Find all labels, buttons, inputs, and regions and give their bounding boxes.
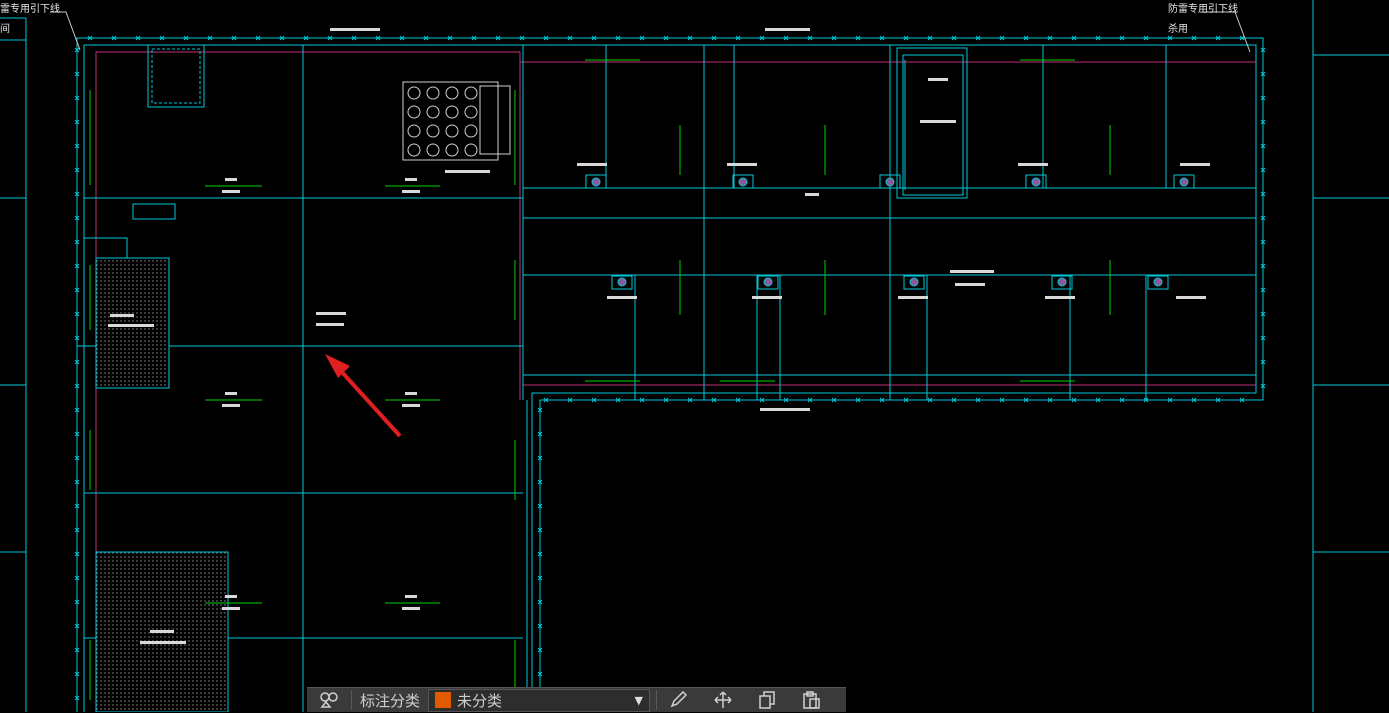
note-top-left: 雷专用引下线: [0, 4, 60, 15]
equipment-grid: [402, 81, 511, 161]
note-top-right: 防雷专用引下线: [1168, 4, 1238, 15]
wall-tick-marks: [74, 35, 1266, 701]
leader-lines: [50, 11, 1251, 53]
chevron-down-icon: ▼: [634, 693, 644, 707]
right-sheet-border: [1312, 0, 1389, 712]
move-icon[interactable]: [701, 688, 745, 713]
interior-walls: [77, 45, 1256, 712]
category-value: 未分类: [457, 691, 503, 710]
annotation-toolbar: 标注分类 未分类 ▼: [307, 687, 846, 712]
edit-icon[interactable]: [657, 688, 701, 713]
shaft-box: [84, 44, 205, 258]
category-color-swatch: [435, 692, 452, 708]
left-sheet-border: [0, 17, 27, 712]
category-select[interactable]: 未分类 ▼: [428, 688, 651, 712]
beam-lines: [95, 51, 1256, 712]
note-top-right-2: 杀用: [1168, 24, 1188, 35]
group-icon[interactable]: [307, 688, 351, 713]
paste-icon[interactable]: [789, 688, 833, 713]
dimension-text-marks: [108, 28, 1210, 644]
annotation-arrow: [325, 354, 402, 438]
cad-drawing-canvas[interactable]: [0, 0, 1389, 712]
note-top-left-2: 间: [0, 24, 10, 35]
slope-arrows: [89, 59, 1111, 700]
category-label: 标注分类: [360, 691, 421, 710]
copy-icon[interactable]: [745, 688, 789, 713]
